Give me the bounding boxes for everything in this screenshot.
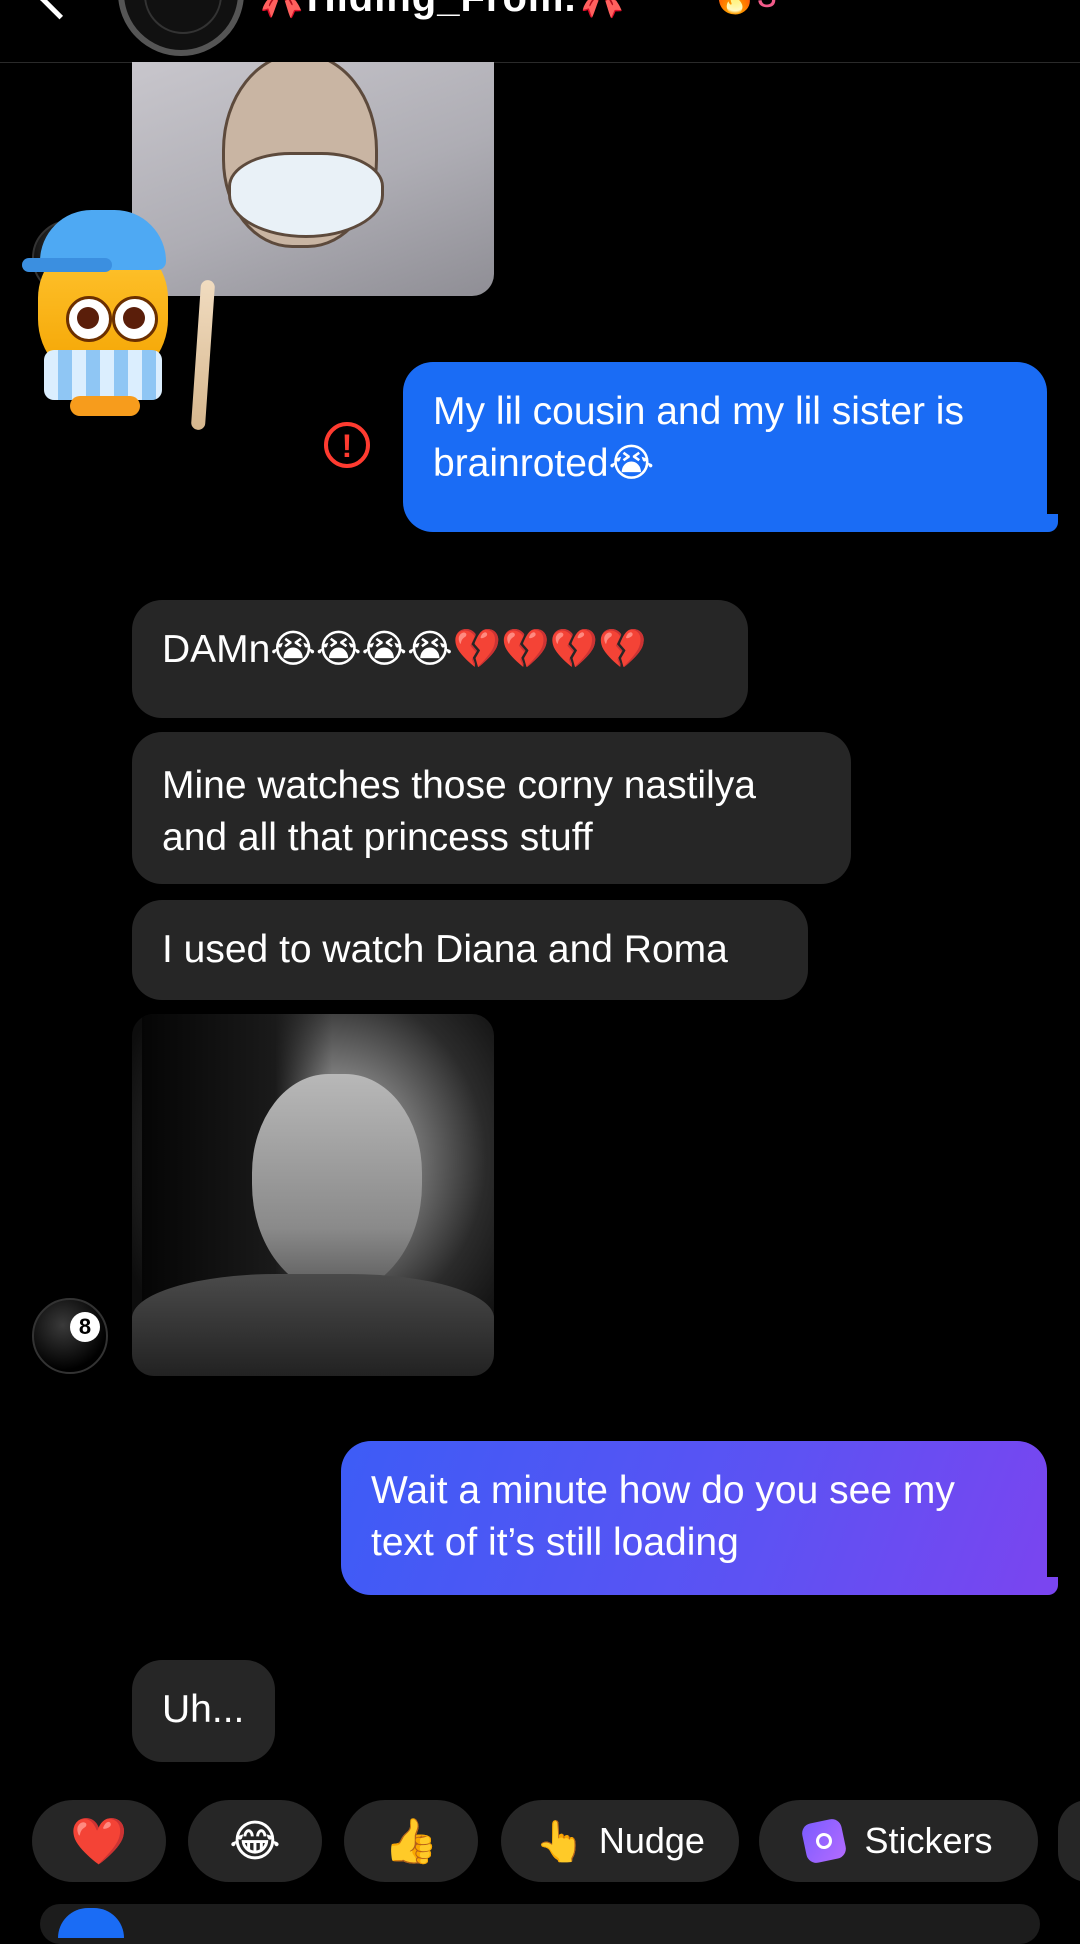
- heart-icon: ❤️: [70, 1814, 128, 1867]
- quick-reaction-laugh[interactable]: 😂: [188, 1800, 322, 1882]
- more-reactions-chip[interactable]: [1058, 1800, 1080, 1882]
- send-error-icon[interactable]: !: [324, 422, 370, 468]
- contact-avatar[interactable]: [118, 0, 244, 56]
- outgoing-message[interactable]: My lil cousin and my lil sister is brain…: [403, 362, 1047, 532]
- stickers-button[interactable]: Stickers: [759, 1800, 1038, 1882]
- sticker-icon: [800, 1817, 849, 1865]
- sticker-bat: [190, 279, 216, 431]
- cartoon-diaper: [228, 152, 384, 238]
- sticker-shirt: [44, 350, 162, 400]
- sticker-right-eye: [112, 296, 158, 342]
- back-icon[interactable]: [37, 0, 82, 20]
- contact-name[interactable]: 🎀Hiding_From.🎀: [256, 0, 627, 21]
- sticker-left-eye: [66, 296, 112, 342]
- incoming-message[interactable]: Uh...: [132, 1660, 275, 1762]
- laughing-emoji-icon: 😂: [229, 1816, 281, 1866]
- thumbs-up-icon: 👍: [383, 1817, 439, 1866]
- incoming-message[interactable]: I used to watch Diana and Roma: [132, 900, 808, 1000]
- message-composer[interactable]: [40, 1904, 1040, 1944]
- stickers-label: Stickers: [864, 1820, 993, 1861]
- media-message-photo[interactable]: [132, 1014, 494, 1376]
- photo-coat: [132, 1274, 494, 1376]
- sticker-character[interactable]: [0, 200, 240, 431]
- contact-avatar-small[interactable]: 8: [32, 1298, 108, 1374]
- sticker-cap-brim: [22, 258, 112, 272]
- photo-face: [252, 1074, 422, 1294]
- quick-reaction-thumbs-up[interactable]: 👍: [344, 1800, 478, 1882]
- bubble-tail: [1040, 514, 1058, 532]
- chat-header: 🎀Hiding_From.🎀 🔥3: [0, 0, 1080, 63]
- streak-badge: 🔥3: [712, 0, 777, 16]
- incoming-message[interactable]: DAMn😭😭😭😭💔💔💔💔: [132, 600, 748, 718]
- bubble-tail: [1040, 1577, 1058, 1595]
- outgoing-message[interactable]: Wait a minute how do you see my text of …: [341, 1441, 1047, 1595]
- nudge-button[interactable]: 👆 Nudge: [501, 1800, 739, 1882]
- sticker-legs: [70, 396, 140, 416]
- incoming-message[interactable]: Mine watches those corny nastilya and al…: [132, 732, 851, 884]
- eight-ball-icon: 8: [70, 1312, 100, 1342]
- quick-reaction-heart[interactable]: ❤️: [32, 1800, 166, 1882]
- pointing-hand-icon: 👆: [535, 1819, 585, 1864]
- nudge-label: Nudge: [598, 1820, 705, 1861]
